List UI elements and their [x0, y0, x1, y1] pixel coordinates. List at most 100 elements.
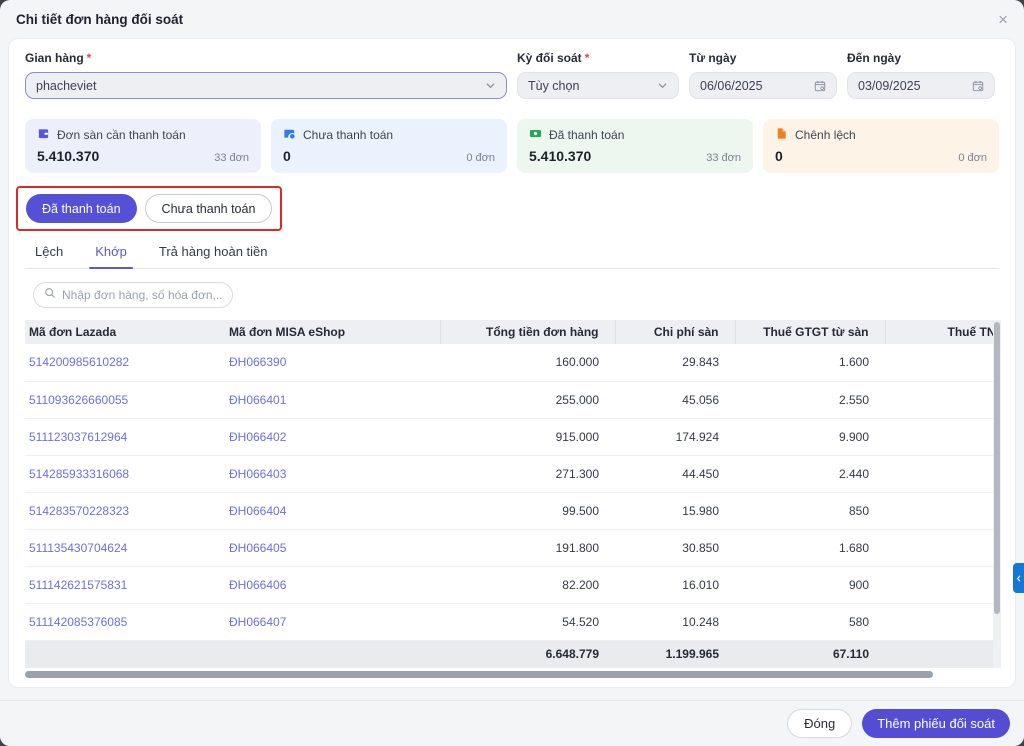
required-asterisk: * — [87, 51, 92, 65]
col-header-tncn[interactable]: Thuế TNCN — [885, 320, 1001, 344]
stat-card-value: 5.410.370 — [37, 148, 99, 164]
table-horizontal-scrollbar[interactable] — [25, 671, 1001, 678]
summary-empty — [25, 640, 225, 668]
table-row[interactable]: 511123037612964 ĐH066402 915.000 174.924… — [25, 418, 1001, 455]
to-date-input[interactable]: 03/09/2025 — [847, 72, 995, 99]
period-field: Kỳ đối soát* Tùy chọn — [517, 51, 679, 99]
tab-lech[interactable]: Lệch — [33, 237, 65, 268]
col-header-vat[interactable]: Thuế GTGT từ sàn — [735, 320, 885, 344]
stat-card-label: Chưa thanh toán — [303, 128, 393, 142]
banknote-icon — [529, 127, 542, 143]
table-vertical-scrollbar[interactable] — [993, 320, 1001, 668]
paid-filter-button[interactable]: Đã thanh toán — [26, 194, 137, 223]
chevron-left-icon — [1015, 575, 1022, 582]
search-icon — [44, 286, 56, 304]
orders-table: Mã đơn Lazada Mã đơn MISA eShop Tổng tiề… — [25, 320, 1001, 668]
annotation-box: Đã thanh toán Chưa thanh toán — [16, 186, 282, 231]
order-vat: 1.680 — [735, 529, 885, 566]
order-tncn — [885, 529, 1001, 566]
vertical-scrollbar-thumb[interactable] — [994, 322, 1000, 614]
summary-total: 6.648.779 — [440, 640, 615, 668]
store-label-text: Gian hàng — [25, 51, 84, 65]
order-tncn — [885, 381, 1001, 418]
tab-khop[interactable]: Khớp — [93, 237, 129, 268]
document-icon — [775, 127, 788, 143]
to-date-value: 03/09/2025 — [858, 79, 966, 93]
from-date-label: Từ ngày — [689, 51, 837, 65]
modal-footer: Đóng Thêm phiếu đối soát — [0, 700, 1024, 746]
order-tncn — [885, 344, 1001, 381]
tab-tra-hang-hoan-tien[interactable]: Trả hàng hoàn tiền — [157, 237, 270, 268]
table-row[interactable]: 511142085376085 ĐH066407 54.520 10.248 5… — [25, 603, 1001, 640]
stat-card-paid: Đã thanh toán 5.410.370 33 đơn — [517, 119, 753, 173]
lazada-order-link[interactable]: 511093626660055 — [25, 381, 225, 418]
order-tncn — [885, 566, 1001, 603]
lazada-order-link[interactable]: 514283570228323 — [25, 492, 225, 529]
col-header-misa[interactable]: Mã đơn MISA eShop — [225, 320, 440, 344]
stat-card-difference: Chênh lệch 0 0 đơn — [763, 119, 999, 173]
stat-card-unpaid: Chưa thanh toán 0 0 đơn — [271, 119, 507, 173]
stat-card-count: 33 đơn — [706, 152, 741, 164]
period-select[interactable]: Tùy chọn — [517, 72, 679, 99]
store-select[interactable]: phacheviet — [25, 72, 507, 99]
lazada-order-link[interactable]: 514200985610282 — [25, 344, 225, 381]
misa-order-link[interactable]: ĐH066406 — [225, 566, 440, 603]
misa-order-link[interactable]: ĐH066405 — [225, 529, 440, 566]
misa-order-link[interactable]: ĐH066403 — [225, 455, 440, 492]
calendar-icon — [814, 80, 826, 92]
close-button[interactable]: Đóng — [787, 709, 852, 738]
stat-card-value: 5.410.370 — [529, 148, 591, 164]
table-row[interactable]: 511142621575831 ĐH066406 82.200 16.010 9… — [25, 566, 1001, 603]
lazada-order-link[interactable]: 511142621575831 — [25, 566, 225, 603]
stat-card-count: 0 đơn — [466, 152, 495, 164]
table-row[interactable]: 511093626660055 ĐH066401 255.000 45.056 … — [25, 381, 1001, 418]
misa-order-link[interactable]: ĐH066404 — [225, 492, 440, 529]
order-total: 255.000 — [440, 381, 615, 418]
stat-card-need-payment: Đơn sàn cần thanh toán 5.410.370 33 đơn — [25, 119, 261, 173]
tab-bar: Lệch Khớp Trả hàng hoàn tiền — [25, 237, 999, 269]
misa-order-link[interactable]: ĐH066401 — [225, 381, 440, 418]
to-date-label: Đến ngày — [847, 51, 995, 65]
order-search[interactable] — [33, 282, 233, 308]
summary-empty — [885, 640, 1001, 668]
period-label-text: Kỳ đối soát — [517, 51, 582, 65]
order-fee: 30.850 — [615, 529, 735, 566]
lazada-order-link[interactable]: 514285933316068 — [25, 455, 225, 492]
order-total: 191.800 — [440, 529, 615, 566]
order-vat: 900 — [735, 566, 885, 603]
lazada-order-link[interactable]: 511142085376085 — [25, 603, 225, 640]
lazada-order-link[interactable]: 511135430704624 — [25, 529, 225, 566]
search-input[interactable] — [62, 288, 222, 302]
from-date-field: Từ ngày 06/06/2025 — [689, 51, 837, 99]
orders-table-container: Mã đơn Lazada Mã đơn MISA eShop Tổng tiề… — [25, 320, 1001, 668]
misa-order-link[interactable]: ĐH066402 — [225, 418, 440, 455]
order-fee: 45.056 — [615, 381, 735, 418]
stat-card-count: 33 đơn — [214, 152, 249, 164]
col-header-total[interactable]: Tổng tiền đơn hàng — [440, 320, 615, 344]
misa-order-link[interactable]: ĐH066407 — [225, 603, 440, 640]
table-row[interactable]: 514283570228323 ĐH066404 99.500 15.980 8… — [25, 492, 1001, 529]
close-icon[interactable]: × — [998, 11, 1008, 28]
unpaid-filter-button[interactable]: Chưa thanh toán — [145, 194, 273, 223]
col-header-fee[interactable]: Chi phí sàn — [615, 320, 735, 344]
table-row[interactable]: 511135430704624 ĐH066405 191.800 30.850 … — [25, 529, 1001, 566]
order-fee: 10.248 — [615, 603, 735, 640]
lazada-order-link[interactable]: 511123037612964 — [25, 418, 225, 455]
table-row[interactable]: 514200985610282 ĐH066390 160.000 29.843 … — [25, 344, 1001, 381]
horizontal-scrollbar-thumb[interactable] — [25, 671, 933, 678]
from-date-input[interactable]: 06/06/2025 — [689, 72, 837, 99]
table-row[interactable]: 514285933316068 ĐH066403 271.300 44.450 … — [25, 455, 1001, 492]
col-header-lazada[interactable]: Mã đơn Lazada — [25, 320, 225, 344]
from-date-value: 06/06/2025 — [700, 79, 808, 93]
chevron-down-icon — [657, 80, 668, 91]
chevron-down-icon — [485, 80, 496, 91]
order-vat: 580 — [735, 603, 885, 640]
modal-header: Chi tiết đơn hàng đối soát × — [0, 0, 1024, 38]
misa-order-link[interactable]: ĐH066390 — [225, 344, 440, 381]
order-vat: 1.600 — [735, 344, 885, 381]
to-date-field: Đến ngày 03/09/2025 — [847, 51, 995, 99]
order-tncn — [885, 492, 1001, 529]
store-label: Gian hàng* — [25, 51, 507, 65]
add-reconciliation-button[interactable]: Thêm phiếu đối soát — [862, 709, 1010, 738]
side-panel-toggle[interactable] — [1013, 563, 1024, 593]
